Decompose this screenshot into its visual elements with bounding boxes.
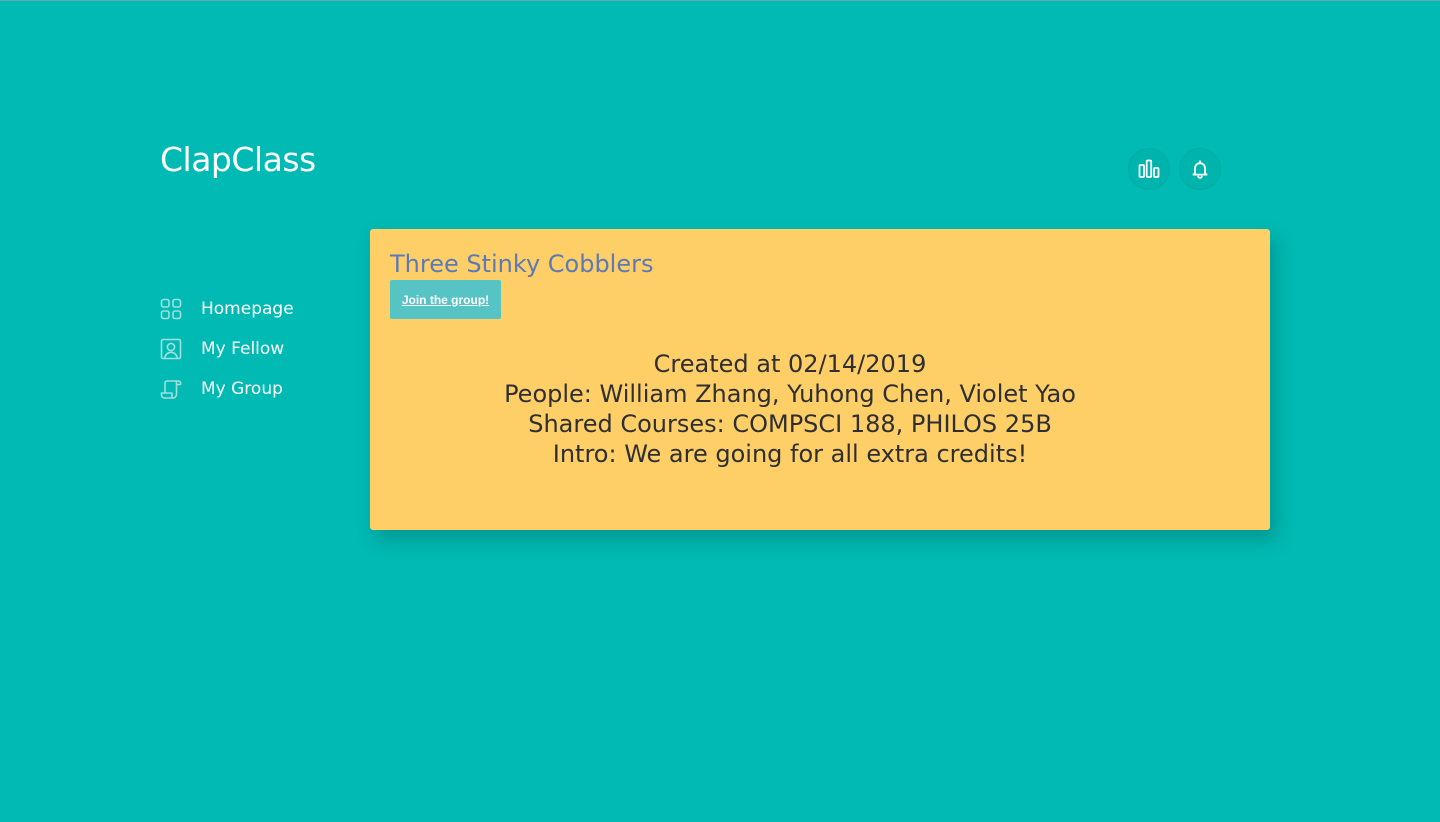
app-title[interactable]: ClapClass xyxy=(160,138,316,182)
group-created-date: Created at 02/14/2019 xyxy=(653,350,927,378)
group-card: Three Stinky Cobblers Join the group! Cr… xyxy=(370,229,1270,530)
sidebar-item-label: My Fellow xyxy=(201,339,285,359)
sidebar-item-homepage[interactable]: Homepage xyxy=(160,294,350,324)
sidebar-nav: Homepage My Fellow My Group xyxy=(160,294,350,414)
stats-button[interactable] xyxy=(1129,149,1169,189)
bell-icon xyxy=(1190,159,1210,179)
header-actions xyxy=(1129,149,1220,189)
scroll-icon xyxy=(160,378,182,400)
sidebar-item-label: My Group xyxy=(201,379,283,399)
sidebar-item-label: Homepage xyxy=(201,299,294,319)
join-group-button[interactable]: Join the group! xyxy=(390,280,501,319)
person-icon xyxy=(160,338,182,360)
group-details: Created at 02/14/2019 People: William Zh… xyxy=(370,349,1210,469)
group-name[interactable]: Three Stinky Cobblers xyxy=(390,249,653,279)
group-people: People: William Zhang, Yuhong Chen, Viol… xyxy=(504,380,1076,408)
group-shared-courses: Shared Courses: COMPSCI 188, PHILOS 25B xyxy=(528,410,1052,438)
group-intro: Intro: We are going for all extra credit… xyxy=(552,440,1028,468)
grid-icon xyxy=(160,298,182,320)
sidebar-item-my-group[interactable]: My Group xyxy=(160,374,350,404)
sidebar-item-my-fellow[interactable]: My Fellow xyxy=(160,334,350,364)
top-divider xyxy=(0,0,1440,1)
bar-chart-icon xyxy=(1138,158,1160,180)
notifications-button[interactable] xyxy=(1180,149,1220,189)
